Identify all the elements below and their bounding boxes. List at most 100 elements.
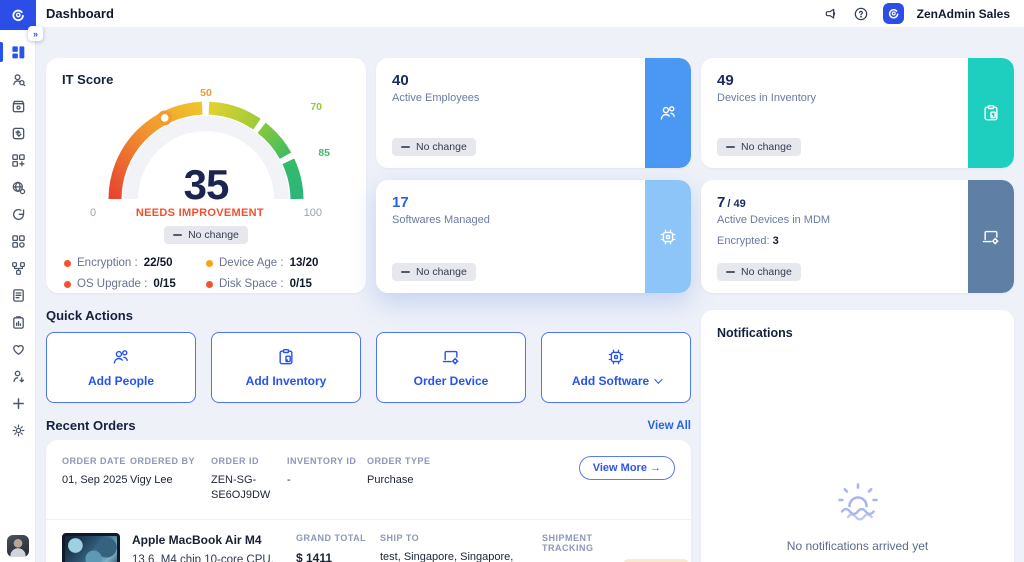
change-badge: No change [717,263,801,281]
software-chip-icon [606,347,626,367]
add-software-button[interactable]: Add Software [541,332,691,403]
benefits-icon [11,342,26,357]
card-accent-strip [645,180,691,293]
red-dot-icon [206,281,213,288]
it-score-gauge: 50 70 85 35 [104,99,308,203]
integrations-icon [11,234,26,249]
quick-action-label: Add Inventory [246,374,327,388]
sidebar-item-people[interactable] [0,71,36,87]
it-score-value: 35 [104,161,308,209]
grand-total-col: Grand Total $ 1411 [296,533,368,562]
settings-gear-icon [11,423,26,438]
sidebar-expand-button[interactable]: » [28,26,43,41]
legend-item-disk-space: Disk Space :0/15 [206,278,348,290]
red-dot-icon [64,260,71,267]
order-product-row: Apple MacBook Air M4 13.6, M4 chip 10-co… [62,520,675,562]
reports-icon [11,315,26,330]
stat-label: Softwares Managed [392,214,631,226]
order-date-col: Order Date 01, Sep 2025 [62,456,130,504]
devices-in-inventory-card[interactable]: 49 Devices in Inventory No change [701,58,1014,168]
notifications-empty-text: No notifications arrived yet [701,539,1014,553]
red-dot-icon [64,281,71,288]
order-device-button[interactable]: Order Device [376,332,526,403]
swirl-logo-icon [9,6,27,24]
view-more-button[interactable]: View More → [579,456,675,480]
sidebar-item-inventory[interactable] [0,98,36,114]
card-accent-strip [968,180,1014,293]
sidebar-item-web-store[interactable] [0,179,36,195]
notifications-title: Notifications [717,326,998,340]
sidebar-item-orders[interactable] [0,125,36,141]
it-score-legend: Encryption :22/50 Device Age :13/20 OS U… [62,257,350,290]
topbar: Dashboard ZenAdmin Sales [36,0,1024,28]
active-devices-mdm-card[interactable]: 7/ 49 Active Devices in MDM Encrypted: 3… [701,180,1014,293]
order-type-value: Purchase [367,473,579,488]
documents-icon [11,288,26,303]
inventory-id-value: - [287,473,367,488]
active-employees-card[interactable]: 40 Active Employees No change [376,58,691,168]
sidebar-item-offboarding[interactable] [0,368,36,384]
sidebar-item-benefits[interactable] [0,341,36,357]
minus-icon [401,146,410,148]
sidebar-item-reports[interactable] [0,314,36,330]
minus-icon [401,271,410,273]
sunrise-icon [829,478,887,522]
gauge-marker [159,112,170,123]
sidebar-item-settings[interactable] [0,422,36,438]
minus-icon [726,146,735,148]
ship-to-value: test, Singapore, Singapore, 068910 [380,550,530,562]
change-badge: No change [717,138,801,156]
quick-action-label: Add Software [572,374,660,388]
stat-label: Devices in Inventory [717,92,954,104]
orders-swap-icon [11,126,26,141]
notifications-card: Notifications No notifications arrived y… [701,310,1014,562]
dashboard-app: » [0,0,1024,562]
chat-sync-icon [11,207,26,222]
legend-item-os-upgrade: OS Upgrade :0/15 [64,278,206,290]
workflow-icon [11,261,26,276]
announcement-icon[interactable] [823,5,840,22]
sidebar-item-add[interactable] [0,395,36,411]
ship-to-col: Ship To test, Singapore, Singapore, 0689… [380,533,530,562]
add-inventory-button[interactable]: Add Inventory [211,332,361,403]
add-people-button[interactable]: Add People [46,332,196,403]
sidebar-item-integrations[interactable] [0,233,36,249]
sidebar-item-chat[interactable] [0,206,36,222]
ordered-by-col: Ordered By Vigy Lee [130,456,211,504]
offboarding-icon [11,369,26,384]
user-avatar[interactable] [7,535,29,557]
stat-value: 49 [717,72,954,89]
people-icon [658,103,678,123]
minus-icon [173,234,182,236]
softwares-managed-card[interactable]: 17 Softwares Managed No change [376,180,691,293]
stat-value: 7/ 49 [717,194,954,211]
device-gear-icon [441,347,461,367]
it-score-title: IT Score [62,72,350,87]
stat-label: Active Employees [392,92,631,104]
device-gear-icon [981,227,1001,247]
order-summary-row: Order Date 01, Sep 2025 Ordered By Vigy … [62,456,675,504]
gauge-tick-0: 0 [90,207,96,219]
order-id-col: Order ID ZEN-SG-SE6OJ9DW [211,456,287,504]
chevron-down-icon [654,375,662,383]
sidebar-item-workflows[interactable] [0,260,36,276]
product-desc: 13.6, M4 chip 10-core CPU, 10-core GPU 1… [132,553,284,562]
people-icon [111,347,131,367]
legend-item-encryption: Encryption :22/50 [64,257,206,269]
sidebar-item-dashboard[interactable] [0,44,36,60]
workspace-logo-icon[interactable] [883,3,904,24]
sidebar-item-documents[interactable] [0,287,36,303]
page-title: Dashboard [46,6,114,21]
recent-orders-header: Recent Orders View All [46,418,691,433]
sidebar: » [0,0,36,562]
recent-orders-card: Order Date 01, Sep 2025 Ordered By Vigy … [46,440,691,562]
quick-actions-title: Quick Actions [46,308,133,323]
gauge-tick-50: 50 [200,87,212,99]
sidebar-item-apps[interactable] [0,152,36,168]
help-icon[interactable] [853,5,870,22]
change-badge: No change [392,263,476,281]
order-date-value: 01, Sep 2025 [62,473,130,488]
view-all-link[interactable]: View All [648,420,691,432]
main-content: IT Score [36,28,1024,562]
workspace-switcher[interactable]: ZenAdmin Sales [917,7,1010,21]
